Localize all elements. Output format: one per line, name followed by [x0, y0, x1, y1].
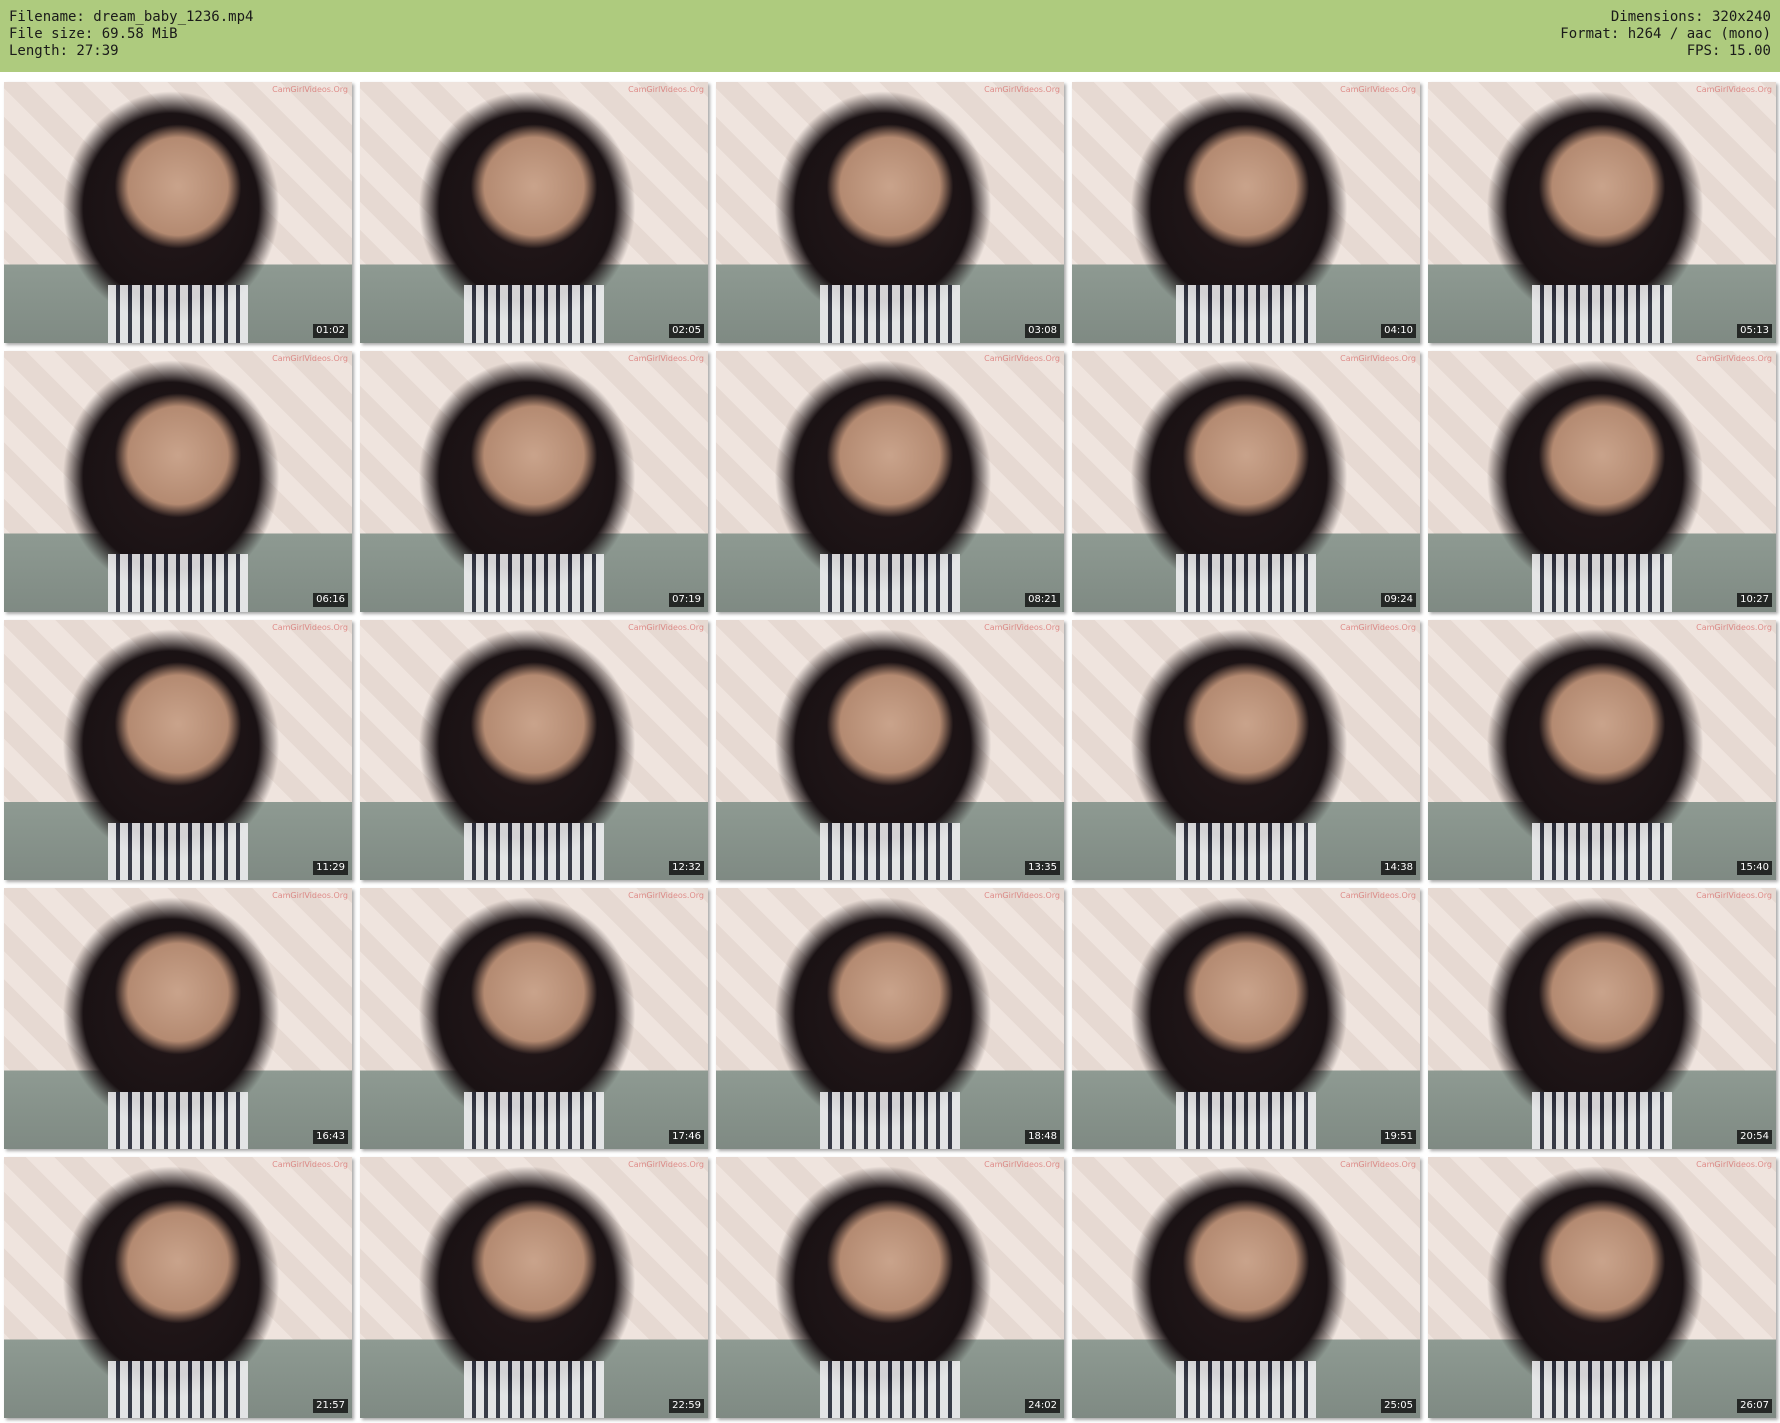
- watermark-text: CamGirlVideos.Org: [1340, 1160, 1416, 1170]
- timestamp-label: 03:08: [1025, 323, 1060, 338]
- watermark-text: CamGirlVideos.Org: [984, 353, 1060, 363]
- watermark-text: CamGirlVideos.Org: [984, 85, 1060, 94]
- timestamp-label: 11:29: [313, 861, 348, 876]
- watermark-text: CamGirlVideos.Org: [628, 891, 704, 901]
- timestamp-label: 26:07: [1737, 1398, 1772, 1413]
- fps-text: FPS: 15.00: [1686, 43, 1771, 59]
- media-info: Dimensions: 320x240 Format: h264 / aac (…: [1560, 9, 1771, 60]
- watermark-text: CamGirlVideos.Org: [1696, 85, 1772, 94]
- watermark-text: CamGirlVideos.Org: [628, 353, 704, 363]
- watermark-text: CamGirlVideos.Org: [1696, 622, 1772, 632]
- filename-text: Filename: dream_baby_1236.mp4: [9, 9, 254, 25]
- watermark-text: CamGirlVideos.Org: [1340, 891, 1416, 901]
- watermark-text: CamGirlVideos.Org: [272, 85, 348, 94]
- video-thumbnail[interactable]: CamGirlVideos.Org 03:08: [716, 82, 1064, 343]
- file-info: Filename: dream_baby_1236.mp4 File size:…: [9, 9, 253, 60]
- timestamp-label: 13:35: [1025, 861, 1060, 876]
- watermark-text: CamGirlVideos.Org: [1340, 353, 1416, 363]
- timestamp-label: 05:13: [1737, 323, 1772, 338]
- watermark-text: CamGirlVideos.Org: [1340, 85, 1416, 94]
- watermark-text: CamGirlVideos.Org: [628, 85, 704, 94]
- watermark-text: CamGirlVideos.Org: [984, 891, 1060, 901]
- video-thumbnail[interactable]: CamGirlVideos.Org 05:13: [1428, 82, 1776, 343]
- timestamp-label: 19:51: [1381, 1130, 1416, 1145]
- format-text: Format: h264 / aac (mono): [1560, 26, 1771, 42]
- watermark-text: CamGirlVideos.Org: [1696, 891, 1772, 901]
- dimensions-text: Dimensions: 320x240: [1610, 9, 1771, 25]
- timestamp-label: 15:40: [1737, 861, 1772, 876]
- timestamp-label: 22:59: [669, 1398, 704, 1413]
- video-thumbnail[interactable]: CamGirlVideos.Org 02:05: [360, 82, 708, 343]
- video-thumbnail[interactable]: CamGirlVideos.Org 24:02: [716, 1157, 1064, 1418]
- video-thumbnail[interactable]: CamGirlVideos.Org 09:24: [1072, 350, 1420, 612]
- video-thumbnail[interactable]: CamGirlVideos.Org 20:54: [1428, 888, 1776, 1150]
- video-thumbnail[interactable]: CamGirlVideos.Org 08:21: [716, 350, 1064, 612]
- video-thumbnail[interactable]: CamGirlVideos.Org 17:46: [360, 888, 708, 1150]
- video-thumbnail[interactable]: CamGirlVideos.Org 22:59: [360, 1157, 708, 1418]
- watermark-text: CamGirlVideos.Org: [984, 1160, 1060, 1170]
- video-thumbnail[interactable]: CamGirlVideos.Org 12:32: [360, 619, 708, 881]
- filesize-text: File size: 69.58 MiB: [9, 26, 178, 42]
- timestamp-label: 08:21: [1025, 592, 1060, 607]
- watermark-text: CamGirlVideos.Org: [628, 622, 704, 632]
- video-thumbnail[interactable]: CamGirlVideos.Org 21:57: [4, 1157, 352, 1418]
- timestamp-label: 14:38: [1381, 861, 1416, 876]
- timestamp-label: 24:02: [1025, 1398, 1060, 1413]
- length-text: Length: 27:39: [9, 43, 119, 59]
- watermark-text: CamGirlVideos.Org: [1696, 1160, 1772, 1170]
- watermark-text: CamGirlVideos.Org: [1340, 622, 1416, 632]
- timestamp-label: 18:48: [1025, 1130, 1060, 1145]
- video-thumbnail[interactable]: CamGirlVideos.Org 19:51: [1072, 888, 1420, 1150]
- video-thumbnail[interactable]: CamGirlVideos.Org 01:02: [4, 82, 352, 343]
- info-header: Filename: dream_baby_1236.mp4 File size:…: [0, 0, 1780, 72]
- watermark-text: CamGirlVideos.Org: [272, 622, 348, 632]
- watermark-text: CamGirlVideos.Org: [984, 622, 1060, 632]
- timestamp-label: 07:19: [669, 592, 704, 607]
- thumbnail-grid: CamGirlVideos.Org 01:02 CamGirlVideos.Org 0…: [4, 82, 1776, 1418]
- watermark-text: CamGirlVideos.Org: [272, 1160, 348, 1170]
- watermark-text: CamGirlVideos.Org: [1696, 353, 1772, 363]
- timestamp-label: 09:24: [1381, 592, 1416, 607]
- watermark-text: CamGirlVideos.Org: [272, 353, 348, 363]
- timestamp-label: 06:16: [313, 592, 348, 607]
- timestamp-label: 17:46: [669, 1130, 704, 1145]
- video-thumbnail[interactable]: CamGirlVideos.Org 10:27: [1428, 350, 1776, 612]
- timestamp-label: 25:05: [1381, 1398, 1416, 1413]
- timestamp-label: 01:02: [313, 323, 348, 338]
- timestamp-label: 20:54: [1737, 1130, 1772, 1145]
- timestamp-label: 12:32: [669, 861, 704, 876]
- timestamp-label: 10:27: [1737, 592, 1772, 607]
- video-thumbnail[interactable]: CamGirlVideos.Org 13:35: [716, 619, 1064, 881]
- timestamp-label: 02:05: [669, 323, 704, 338]
- video-thumbnail[interactable]: CamGirlVideos.Org 07:19: [360, 350, 708, 612]
- watermark-text: CamGirlVideos.Org: [272, 891, 348, 901]
- timestamp-label: 04:10: [1381, 323, 1416, 338]
- video-thumbnail[interactable]: CamGirlVideos.Org 16:43: [4, 888, 352, 1150]
- video-thumbnail[interactable]: CamGirlVideos.Org 25:05: [1072, 1157, 1420, 1418]
- video-thumbnail[interactable]: CamGirlVideos.Org 06:16: [4, 350, 352, 612]
- timestamp-label: 16:43: [313, 1130, 348, 1145]
- video-thumbnail[interactable]: CamGirlVideos.Org 11:29: [4, 619, 352, 881]
- video-thumbnail[interactable]: CamGirlVideos.Org 14:38: [1072, 619, 1420, 881]
- timestamp-label: 21:57: [313, 1398, 348, 1413]
- video-thumbnail[interactable]: CamGirlVideos.Org 18:48: [716, 888, 1064, 1150]
- video-thumbnail[interactable]: CamGirlVideos.Org 26:07: [1428, 1157, 1776, 1418]
- video-thumbnail[interactable]: CamGirlVideos.Org 15:40: [1428, 619, 1776, 881]
- watermark-text: CamGirlVideos.Org: [628, 1160, 704, 1170]
- video-thumbnail[interactable]: CamGirlVideos.Org 04:10: [1072, 82, 1420, 343]
